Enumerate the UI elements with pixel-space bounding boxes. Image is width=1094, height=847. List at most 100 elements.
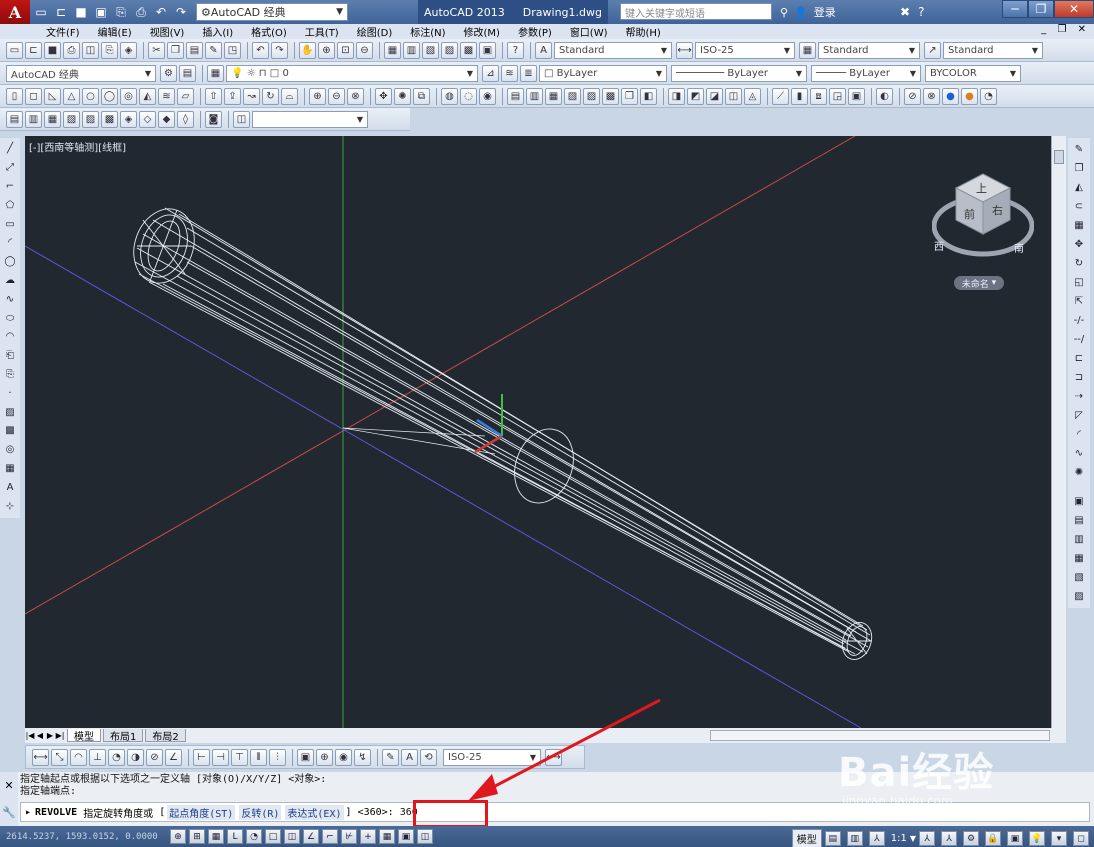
autocad-logo-icon[interactable]: A <box>0 0 30 24</box>
zoom-previous-icon[interactable]: ⊖ <box>356 41 373 59</box>
lineweight-icon[interactable]: + <box>360 829 376 844</box>
draworder-back-icon[interactable]: ▤ <box>1072 513 1086 527</box>
rectangle-icon[interactable]: ▭ <box>3 217 17 231</box>
minimize-button[interactable]: ─ <box>1002 0 1028 18</box>
zoom-window-icon[interactable]: ⊡ <box>337 41 354 59</box>
workspace-select-toolbar[interactable]: AutoCAD 经典 ▼ <box>6 64 156 82</box>
infer-constraints-icon[interactable]: ⊕ <box>170 829 186 844</box>
plot-icon[interactable]: ⎙ <box>63 41 80 59</box>
loft-icon[interactable]: ⌓ <box>281 87 298 105</box>
drawing-viewport[interactable]: [-][西南等轴测][线框] <box>25 136 1051 728</box>
menu-dimension[interactable]: 标注(N) <box>410 24 445 39</box>
tab-prev-icon[interactable]: ◀ <box>35 731 45 740</box>
text-style-select[interactable]: Standard ▼ <box>554 41 672 59</box>
shell-icon[interactable]: ◫ <box>725 87 742 105</box>
save-icon[interactable]: ■ <box>72 3 90 21</box>
erase-icon[interactable]: ✎ <box>1072 142 1086 156</box>
imprint-icon[interactable]: ◨ <box>668 87 685 105</box>
selection-cycling-icon[interactable]: ◫ <box>417 829 433 844</box>
angular-dim-icon[interactable]: ∠ <box>165 748 182 766</box>
menu-window[interactable]: 窗口(W) <box>570 24 608 39</box>
menu-edit[interactable]: 编辑(E) <box>98 24 132 39</box>
taper-faces-icon[interactable]: ▩ <box>602 87 619 105</box>
move-faces-icon[interactable]: ▥ <box>526 87 543 105</box>
table-style-icon[interactable]: ▦ <box>799 41 816 59</box>
hardware-acceleration-icon[interactable]: ▣ <box>1007 831 1023 846</box>
menu-insert[interactable]: 插入(I) <box>202 24 233 39</box>
publish-icon[interactable]: ⎘ <box>101 41 118 59</box>
properties-icon[interactable]: ▦ <box>384 41 401 59</box>
fillet-icon[interactable]: ◜ <box>1072 427 1086 441</box>
union-icon[interactable]: ⊕ <box>309 87 326 105</box>
undo-icon[interactable]: ↶ <box>252 41 269 59</box>
hatch-icon[interactable]: ▨ <box>3 405 17 419</box>
text-to-front-icon[interactable]: ▧ <box>1072 570 1086 584</box>
baseline-dim-icon[interactable]: ⊣ <box>212 748 229 766</box>
tool-palettes-icon[interactable]: ▧ <box>422 41 439 59</box>
isolate-objects-icon[interactable]: 💡 <box>1029 831 1045 846</box>
multileader-style-select[interactable]: Standard ▼ <box>943 41 1043 59</box>
array-icon[interactable]: ▦ <box>1072 218 1086 232</box>
redo-icon[interactable]: ↷ <box>172 3 190 21</box>
left-view-icon[interactable]: ▦ <box>44 110 61 128</box>
option-start-angle[interactable]: 起点角度(ST) <box>167 804 236 820</box>
arc-icon[interactable]: ◜ <box>3 236 17 250</box>
draworder-above-icon[interactable]: ▥ <box>1072 532 1086 546</box>
center-mark-icon[interactable]: ⊕ <box>316 748 333 766</box>
menu-view[interactable]: 视图(V) <box>150 24 185 39</box>
dim-style-select-2[interactable]: ISO-25 ▼ <box>443 748 541 766</box>
transparency-icon[interactable]: ▦ <box>379 829 395 844</box>
linetype-select[interactable]: ──────── ByLayer ▼ <box>671 64 807 82</box>
camera-icon[interactable]: ◙ <box>205 110 222 128</box>
wireframe-icon[interactable]: ⊘ <box>904 87 921 105</box>
cone-icon[interactable]: △ <box>63 87 80 105</box>
insert-block-icon[interactable]: ⎗ <box>3 349 17 363</box>
compass-west[interactable]: 西 <box>934 238 944 253</box>
mirror-icon[interactable]: ◭ <box>1072 180 1086 194</box>
gradient-icon[interactable]: ▩ <box>3 424 17 438</box>
box-icon[interactable]: ◻ <box>25 87 42 105</box>
workspace-settings-icon[interactable]: ▤ <box>179 64 196 82</box>
section-plane-icon[interactable]: ◲ <box>829 87 846 105</box>
iso-view-4-icon[interactable]: ◊ <box>177 110 194 128</box>
copy-icon[interactable]: ❐ <box>1072 161 1086 175</box>
chamfer-icon[interactable]: ◸ <box>1072 408 1086 422</box>
delete-faces-icon[interactable]: ▧ <box>564 87 581 105</box>
blend-icon[interactable]: ∿ <box>1072 446 1086 460</box>
check-icon[interactable]: ◬ <box>744 87 761 105</box>
dim-space-icon[interactable]: ⫴ <box>250 748 267 766</box>
rotate-icon[interactable]: ↻ <box>1072 256 1086 270</box>
calculator-icon[interactable]: ▣ <box>479 41 496 59</box>
3d-align-icon[interactable]: ⧉ <box>413 87 430 105</box>
tab-first-icon[interactable]: |◀ <box>25 731 35 740</box>
new-icon[interactable]: ▭ <box>6 41 23 59</box>
slice-icon[interactable]: ⟋ <box>772 87 789 105</box>
line-icon[interactable]: ╱ <box>3 142 17 156</box>
tab-next-icon[interactable]: ▶ <box>45 731 55 740</box>
offset-faces-icon[interactable]: ▦ <box>545 87 562 105</box>
help-icon[interactable]: ? <box>918 5 924 19</box>
polar-icon[interactable]: ◔ <box>246 829 262 844</box>
radius-dim-icon[interactable]: ◔ <box>108 748 125 766</box>
3d-rotate-icon[interactable]: ✺ <box>394 87 411 105</box>
draworder-under-icon[interactable]: ▦ <box>1072 551 1086 565</box>
block-editor-icon[interactable]: ◳ <box>224 41 241 59</box>
make-block-icon[interactable]: ⎘ <box>3 368 17 382</box>
dim-style-select[interactable]: ISO-25 ▼ <box>695 41 795 59</box>
tab-layout2[interactable]: 布局2 <box>145 729 186 743</box>
construction-line-icon[interactable]: ⤢ <box>3 161 17 175</box>
text-style-icon[interactable]: A <box>535 41 552 59</box>
redo-icon[interactable]: ↷ <box>271 41 288 59</box>
rotate-faces-icon[interactable]: ▨ <box>583 87 600 105</box>
ellipse-icon[interactable]: ⬭ <box>3 311 17 325</box>
scroll-thumb[interactable] <box>1054 150 1064 164</box>
lineweight-select[interactable]: ───── ByLayer ▼ <box>811 64 921 82</box>
model-space-label[interactable]: 模型 <box>791 829 822 847</box>
subtract-icon[interactable]: ⊖ <box>328 87 345 105</box>
chevron-down-icon[interactable]: ▼ <box>910 834 916 843</box>
viewcube-top-face[interactable]: 上 <box>976 180 987 196</box>
auto-scale-icon[interactable]: ⅄ <box>941 831 957 846</box>
osnap-icon[interactable]: □ <box>265 829 281 844</box>
coordinate-readout[interactable]: 2614.5237, 1593.0152, 0.0000 <box>0 832 170 842</box>
realistic-icon[interactable]: ● <box>942 87 959 105</box>
